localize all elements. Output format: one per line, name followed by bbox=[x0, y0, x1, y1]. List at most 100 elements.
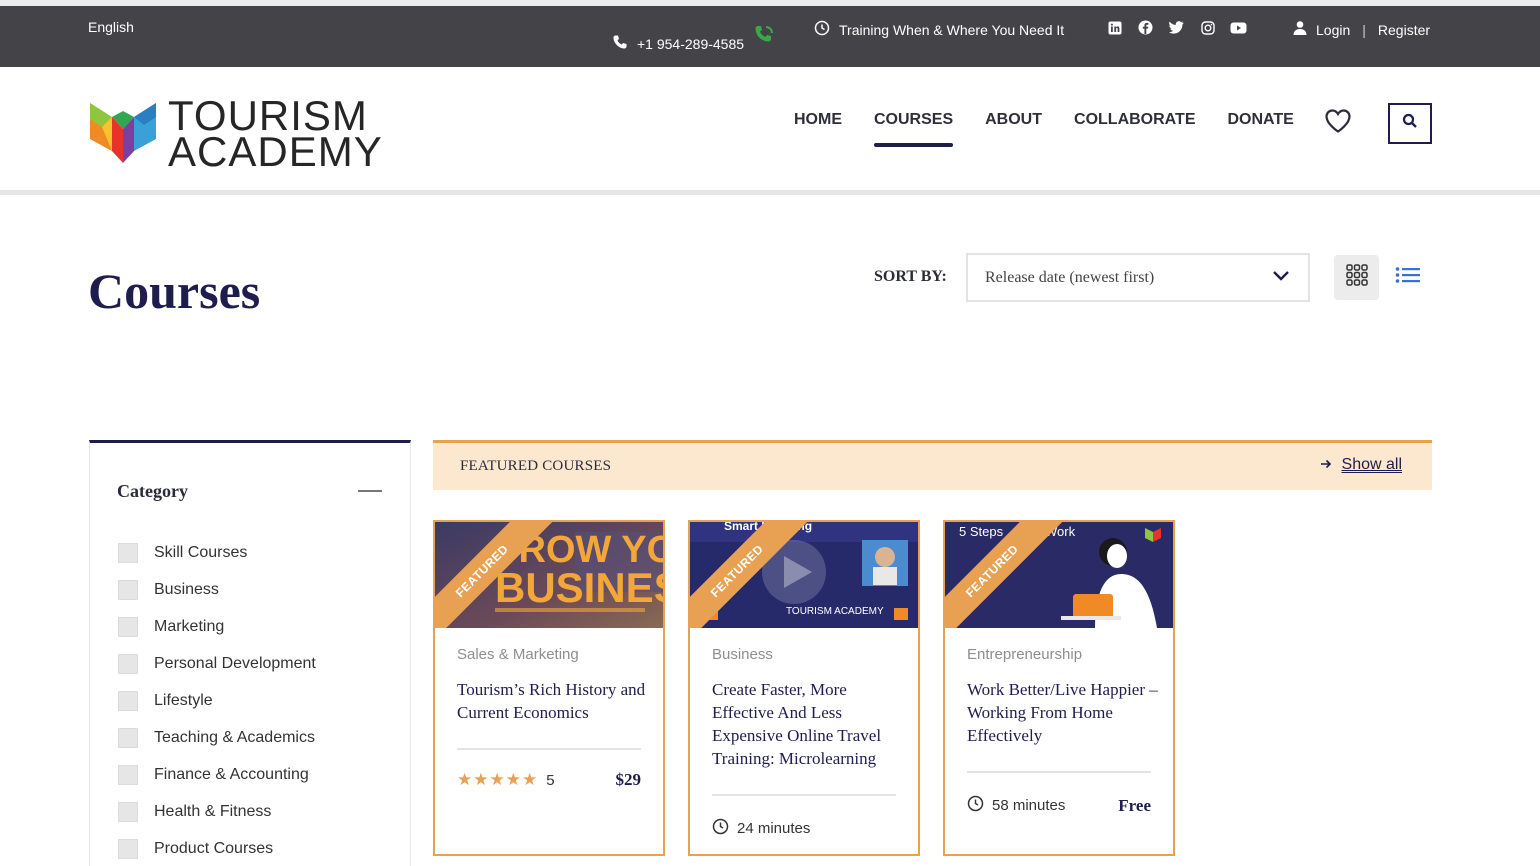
sort-value: Release date (newest first) bbox=[985, 268, 1155, 286]
svg-text:TOURISM ACADEMY: TOURISM ACADEMY bbox=[786, 606, 884, 617]
course-title[interactable]: Create Faster, More Effective And Less E… bbox=[712, 678, 907, 770]
training-tagline: Training When & Where You Need It bbox=[814, 20, 1064, 39]
sort-dropdown[interactable]: Release date (newest first) bbox=[966, 253, 1310, 302]
course-thumbnail[interactable]: Smart Learning TOURISM ACADEMY FEATURED bbox=[690, 522, 918, 628]
card-divider bbox=[712, 794, 896, 796]
category-item[interactable]: Lifestyle bbox=[118, 682, 316, 719]
logo-mark-icon bbox=[88, 97, 158, 170]
site-logo[interactable]: TOURISM ACADEMY bbox=[88, 94, 383, 175]
course-duration: 24 minutes bbox=[712, 818, 810, 839]
login-link[interactable]: Login bbox=[1316, 22, 1350, 38]
category-heading: Category bbox=[117, 481, 188, 501]
youtube-icon[interactable] bbox=[1230, 19, 1247, 36]
featured-label: FEATURED COURSES bbox=[460, 458, 612, 474]
star-icon: ★ bbox=[457, 770, 473, 789]
category-label: Teaching & Academics bbox=[154, 728, 315, 746]
category-item[interactable]: Teaching & Academics bbox=[118, 719, 316, 756]
svg-text:BUSINESS: BUSINESS bbox=[495, 564, 663, 611]
category-item[interactable]: Health & Fitness bbox=[118, 793, 316, 830]
star-icon: ★ bbox=[473, 770, 489, 789]
course-card[interactable]: 5 Steps Work FEATURED Entrepreneurship W… bbox=[943, 520, 1175, 856]
search-button[interactable] bbox=[1388, 103, 1432, 144]
wishlist-heart-icon[interactable] bbox=[1324, 108, 1352, 139]
star-icon: ★ bbox=[489, 770, 505, 789]
rating: ★ ★ ★ ★ ★ 5 bbox=[457, 770, 555, 790]
course-card[interactable]: GROW YOUR BUSINESS FEATURED Sales & Mark… bbox=[433, 520, 665, 856]
user-icon bbox=[1292, 20, 1308, 39]
course-thumbnail[interactable]: GROW YOUR BUSINESS FEATURED bbox=[435, 522, 663, 628]
collapse-minus-icon[interactable] bbox=[358, 490, 382, 492]
category-item[interactable]: Personal Development bbox=[118, 645, 316, 682]
page-title: Courses bbox=[88, 263, 261, 319]
grid-view-button[interactable] bbox=[1334, 255, 1379, 300]
category-label: Product Courses bbox=[154, 839, 274, 857]
category-item[interactable]: Finance & Accounting bbox=[118, 756, 316, 793]
clock-icon bbox=[712, 818, 729, 839]
category-item[interactable]: Skill Courses bbox=[118, 534, 316, 571]
category-filter: Category Skill Courses Business Marketin… bbox=[89, 440, 411, 866]
checkbox[interactable] bbox=[118, 690, 138, 711]
nav-collaborate[interactable]: COLLABORATE bbox=[1074, 111, 1195, 143]
checkbox[interactable] bbox=[118, 542, 138, 563]
main-nav: HOME COURSES ABOUT COLLABORATE DONATE bbox=[794, 111, 1294, 147]
course-thumbnail[interactable]: 5 Steps Work FEATURED bbox=[945, 522, 1173, 628]
featured-courses-bar: FEATURED COURSES Show all bbox=[433, 440, 1432, 490]
top-bar: English +1 954-289-4585 Training When & … bbox=[0, 0, 1540, 67]
course-meta: 24 minutes bbox=[712, 818, 896, 839]
course-meta: 58 minutes Free bbox=[967, 795, 1151, 816]
auth-links: Login | Register bbox=[1292, 20, 1430, 39]
auth-separator: | bbox=[1362, 21, 1366, 38]
logo-line-2: ACADEMY bbox=[168, 127, 383, 175]
star-icon: ★ bbox=[505, 770, 521, 789]
course-price: $29 bbox=[615, 770, 642, 789]
nav-courses[interactable]: COURSES bbox=[874, 111, 954, 147]
card-divider bbox=[457, 748, 641, 750]
checkbox[interactable] bbox=[118, 801, 138, 822]
category-label: Finance & Accounting bbox=[154, 765, 309, 783]
category-label: Health & Fitness bbox=[154, 802, 272, 820]
list-icon bbox=[1395, 266, 1421, 289]
list-view-button[interactable] bbox=[1390, 255, 1426, 300]
course-category: Sales & Marketing bbox=[457, 646, 579, 663]
arrow-right-icon bbox=[1320, 456, 1332, 474]
whatsapp-icon[interactable] bbox=[752, 23, 776, 50]
nav-donate[interactable]: DONATE bbox=[1227, 111, 1293, 143]
checkbox[interactable] bbox=[118, 838, 138, 859]
clock-icon bbox=[967, 795, 984, 816]
category-label: Personal Development bbox=[154, 654, 316, 672]
category-item[interactable]: Marketing bbox=[118, 608, 316, 645]
star-icon: ★ bbox=[522, 770, 538, 789]
training-text: Training When & Where You Need It bbox=[839, 21, 1065, 38]
checkbox[interactable] bbox=[118, 653, 138, 674]
language-selector[interactable]: English bbox=[88, 19, 134, 35]
svg-text:5 Steps: 5 Steps bbox=[959, 524, 1004, 539]
course-title[interactable]: Tourism’s Rich History and Current Econo… bbox=[457, 678, 652, 724]
course-title[interactable]: Work Better/Live Happier – Working From … bbox=[967, 678, 1162, 747]
site-header: TOURISM ACADEMY HOME COURSES ABOUT COLLA… bbox=[0, 67, 1540, 195]
checkbox[interactable] bbox=[118, 579, 138, 600]
logo-text: TOURISM ACADEMY bbox=[168, 94, 383, 175]
checkbox[interactable] bbox=[118, 616, 138, 637]
show-all-link[interactable]: Show all bbox=[1320, 456, 1402, 474]
checkbox[interactable] bbox=[118, 727, 138, 748]
category-label: Business bbox=[154, 580, 219, 598]
facebook-icon[interactable] bbox=[1137, 19, 1154, 36]
twitter-icon[interactable] bbox=[1168, 19, 1185, 36]
register-link[interactable]: Register bbox=[1378, 22, 1430, 38]
clock-icon bbox=[814, 20, 830, 39]
linkedin-icon[interactable] bbox=[1106, 19, 1123, 36]
phone-contact[interactable]: +1 954-289-4585 bbox=[612, 34, 744, 53]
nav-home[interactable]: HOME bbox=[794, 111, 842, 143]
duration-text: 24 minutes bbox=[737, 820, 811, 837]
rating-value: 5 bbox=[546, 771, 555, 789]
category-item[interactable]: Business bbox=[118, 571, 316, 608]
category-item[interactable]: Product Courses bbox=[118, 830, 316, 866]
course-card[interactable]: Smart Learning TOURISM ACADEMY FEATURED … bbox=[688, 520, 920, 856]
phone-icon bbox=[612, 34, 628, 53]
checkbox[interactable] bbox=[118, 764, 138, 785]
course-duration: 58 minutes bbox=[967, 795, 1065, 816]
duration-text: 58 minutes bbox=[992, 797, 1066, 814]
instagram-icon[interactable] bbox=[1199, 19, 1216, 36]
nav-about[interactable]: ABOUT bbox=[985, 111, 1042, 143]
chevron-down-icon bbox=[1272, 269, 1290, 287]
